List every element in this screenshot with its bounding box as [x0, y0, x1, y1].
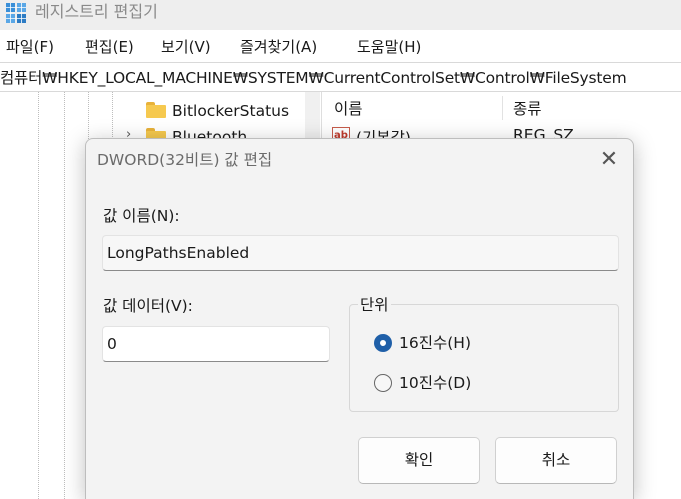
column-header-name[interactable]: 이름	[334, 99, 363, 119]
menu-edit[interactable]: 편집(E)	[85, 37, 134, 57]
menu-file[interactable]: 파일(F)	[6, 37, 54, 57]
window-title: 레지스트리 편집기	[35, 2, 158, 21]
close-icon[interactable]: ✕	[594, 147, 624, 175]
address-bar[interactable]: 컴퓨터₩HKEY_LOCAL_MACHINE₩SYSTEM₩CurrentCon…	[0, 62, 681, 92]
column-separator[interactable]	[502, 96, 503, 120]
tree-guide-line	[64, 92, 65, 499]
folder-icon	[146, 102, 166, 118]
value-data-label: 값 데이터(V):	[103, 297, 193, 315]
base-groupbox	[349, 304, 619, 412]
address-path[interactable]: 컴퓨터₩HKEY_LOCAL_MACHINE₩SYSTEM₩CurrentCon…	[0, 68, 627, 88]
radio-decimal[interactable]: 10진수(D)	[374, 372, 534, 394]
cancel-button[interactable]: 취소	[495, 437, 617, 484]
column-header-type[interactable]: 종류	[513, 99, 542, 119]
radio-dec-label: 10진수(D)	[399, 374, 472, 392]
menu-bar: 파일(F) 편집(E) 보기(V) 즐겨찾기(A) 도움말(H)	[0, 32, 681, 62]
menu-help[interactable]: 도움말(H)	[357, 37, 421, 57]
tree-item-bitlockerstatus[interactable]: BitlockerStatus	[146, 100, 289, 122]
edit-dword-dialog: DWORD(32비트) 값 편집 ✕ 값 이름(N): 값 데이터(V): 단위…	[85, 138, 634, 499]
ok-button[interactable]: 확인	[358, 437, 480, 484]
title-bar: 레지스트리 편집기	[0, 0, 681, 30]
menu-favorites[interactable]: 즐겨찾기(A)	[240, 37, 317, 57]
radio-hexadecimal[interactable]: 16진수(H)	[374, 332, 534, 354]
registry-editor-icon	[6, 3, 26, 23]
base-group-label: 단위	[358, 295, 391, 315]
value-data-input[interactable]	[102, 326, 330, 362]
radio-hex-label: 16진수(H)	[399, 334, 471, 352]
tree-guide-line	[38, 92, 39, 499]
dialog-title: DWORD(32비트) 값 편집	[97, 151, 273, 169]
radio-selected-indicator[interactable]	[374, 334, 392, 352]
radio-unselected-indicator[interactable]	[374, 374, 392, 392]
value-name-label: 값 이름(N):	[103, 207, 180, 225]
value-name-field[interactable]	[102, 235, 619, 271]
menu-view[interactable]: 보기(V)	[161, 37, 211, 57]
tree-item-label: BitlockerStatus	[172, 102, 290, 120]
